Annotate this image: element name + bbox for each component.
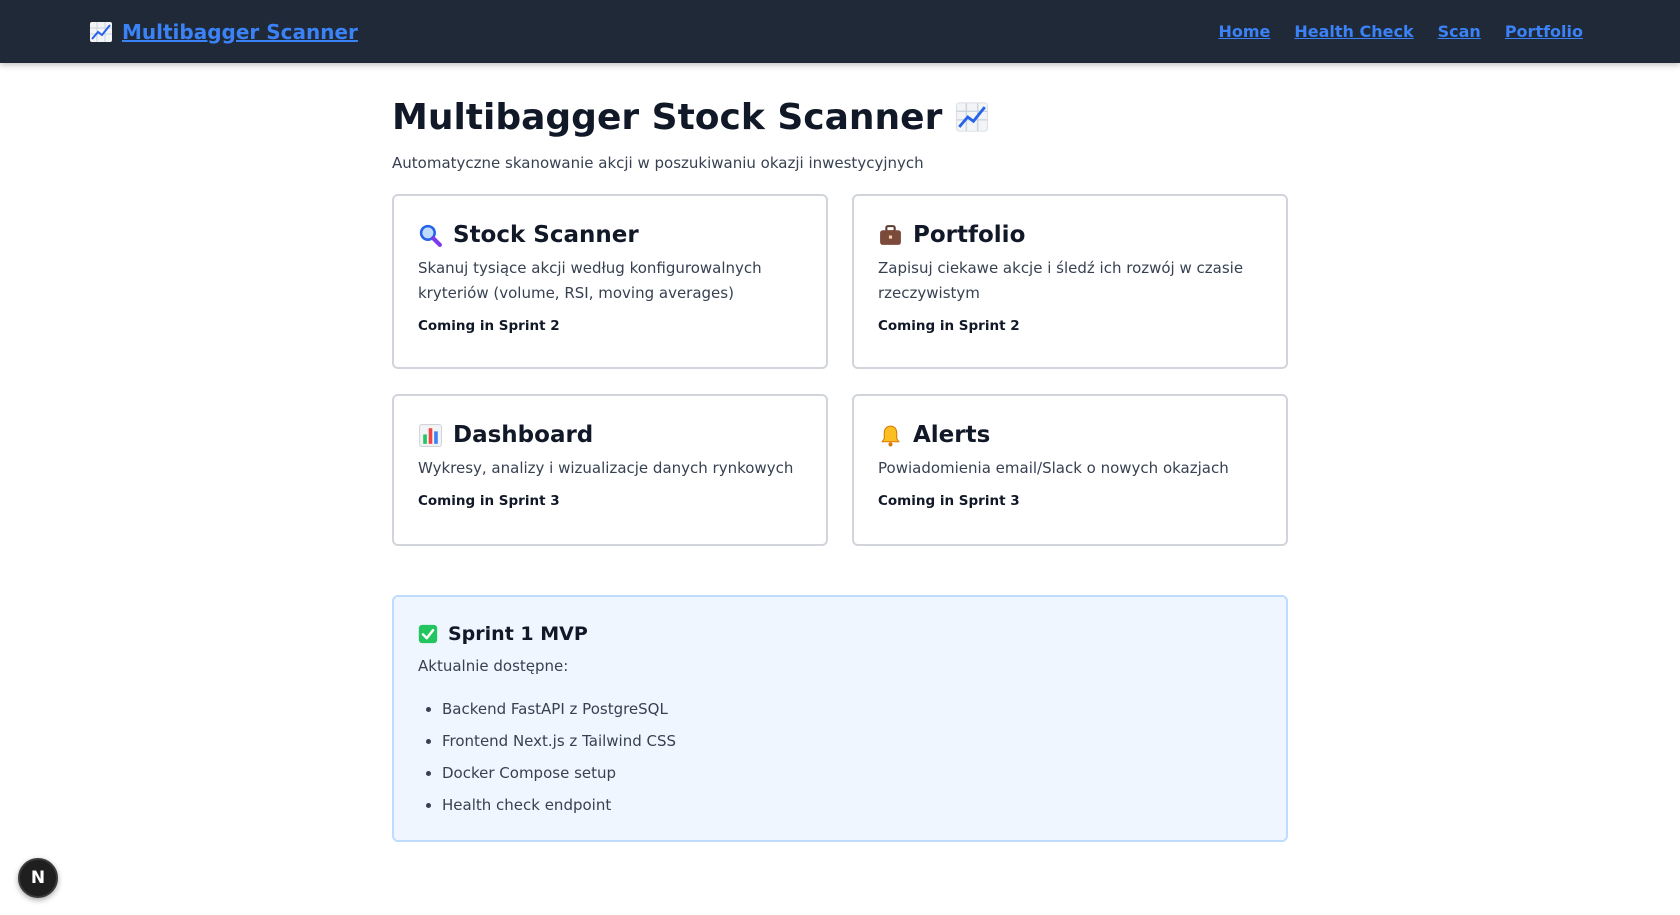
sprint-subtitle: Aktualnie dostępne:: [418, 657, 569, 675]
top-navbar: Multibagger Scanner Home Health Check Sc…: [0, 0, 1680, 63]
page-subtitle: Automatyczne skanowanie akcji w poszukiw…: [392, 154, 924, 172]
card-title-row: Dashboard: [418, 422, 802, 448]
card-description: Powiadomienia email/Slack o nowych okazj…: [878, 459, 1229, 477]
list-item: Backend FastAPI z PostgreSQL: [442, 693, 1262, 725]
card-description: Zapisuj ciekawe akcje i śledź ich rozwój…: [878, 259, 1244, 302]
chart-increasing-icon: [90, 21, 112, 42]
card-title: Stock Scanner: [453, 222, 639, 248]
card-title: Alerts: [913, 422, 991, 448]
nav-link-health-check[interactable]: Health Check: [1294, 22, 1413, 41]
list-item: Health check endpoint: [442, 789, 1262, 821]
nav-link-portfolio[interactable]: Portfolio: [1505, 22, 1583, 41]
page-title: Multibagger Stock Scanner: [392, 92, 1288, 142]
sprint-feature-list: Backend FastAPI z PostgreSQL Frontend Ne…: [418, 693, 1262, 821]
brand[interactable]: Multibagger Scanner: [88, 20, 358, 44]
nav-link-scan[interactable]: Scan: [1438, 22, 1481, 41]
list-item: Docker Compose setup: [442, 757, 1262, 789]
nextjs-dev-badge[interactable]: N: [18, 858, 58, 898]
bar-chart-icon: [419, 423, 442, 447]
main-content: Multibagger Stock Scanner Automatyczne s…: [392, 63, 1288, 842]
card-title-row: Stock Scanner: [418, 222, 802, 248]
card-title: Portfolio: [913, 222, 1026, 248]
card-description: Wykresy, analizy i wizualizacje danych r…: [418, 459, 794, 477]
feature-card-portfolio: Portfolio Zapisuj ciekawe akcje i śledź …: [852, 194, 1288, 369]
card-title: Dashboard: [453, 422, 594, 448]
feature-grid: Stock Scanner Skanuj tysiące akcji wedłu…: [392, 194, 1288, 546]
nav-link-home[interactable]: Home: [1218, 22, 1270, 41]
list-item: Frontend Next.js z Tailwind CSS: [442, 725, 1262, 757]
brand-link[interactable]: Multibagger Scanner: [122, 20, 358, 44]
card-title-row: Alerts: [878, 422, 1262, 448]
card-status: Coming in Sprint 2: [418, 318, 560, 334]
card-status: Coming in Sprint 3: [878, 493, 1020, 509]
briefcase-icon: [880, 224, 901, 245]
card-status: Coming in Sprint 3: [418, 493, 560, 509]
card-status: Coming in Sprint 2: [878, 318, 1020, 334]
magnifier-icon: [419, 224, 442, 247]
chart-increasing-icon: [956, 102, 989, 132]
feature-card-alerts: Alerts Powiadomienia email/Slack o nowyc…: [852, 394, 1288, 546]
feature-card-stock-scanner: Stock Scanner Skanuj tysiące akcji wedłu…: [392, 194, 828, 369]
card-description: Skanuj tysiące akcji według konfigurowal…: [418, 259, 762, 302]
sprint-summary-panel: Sprint 1 MVP Aktualnie dostępne: Backend…: [392, 595, 1288, 842]
sprint-title-row: Sprint 1 MVP: [418, 623, 1262, 645]
nav-links: Home Health Check Scan Portfolio: [1218, 22, 1583, 41]
sprint-title: Sprint 1 MVP: [448, 623, 588, 645]
check-mark-icon: [418, 624, 438, 644]
bell-icon: [881, 425, 900, 446]
card-title-row: Portfolio: [878, 222, 1262, 248]
feature-card-dashboard: Dashboard Wykresy, analizy i wizualizacj…: [392, 394, 828, 546]
page-title-text: Multibagger Stock Scanner: [392, 96, 943, 138]
